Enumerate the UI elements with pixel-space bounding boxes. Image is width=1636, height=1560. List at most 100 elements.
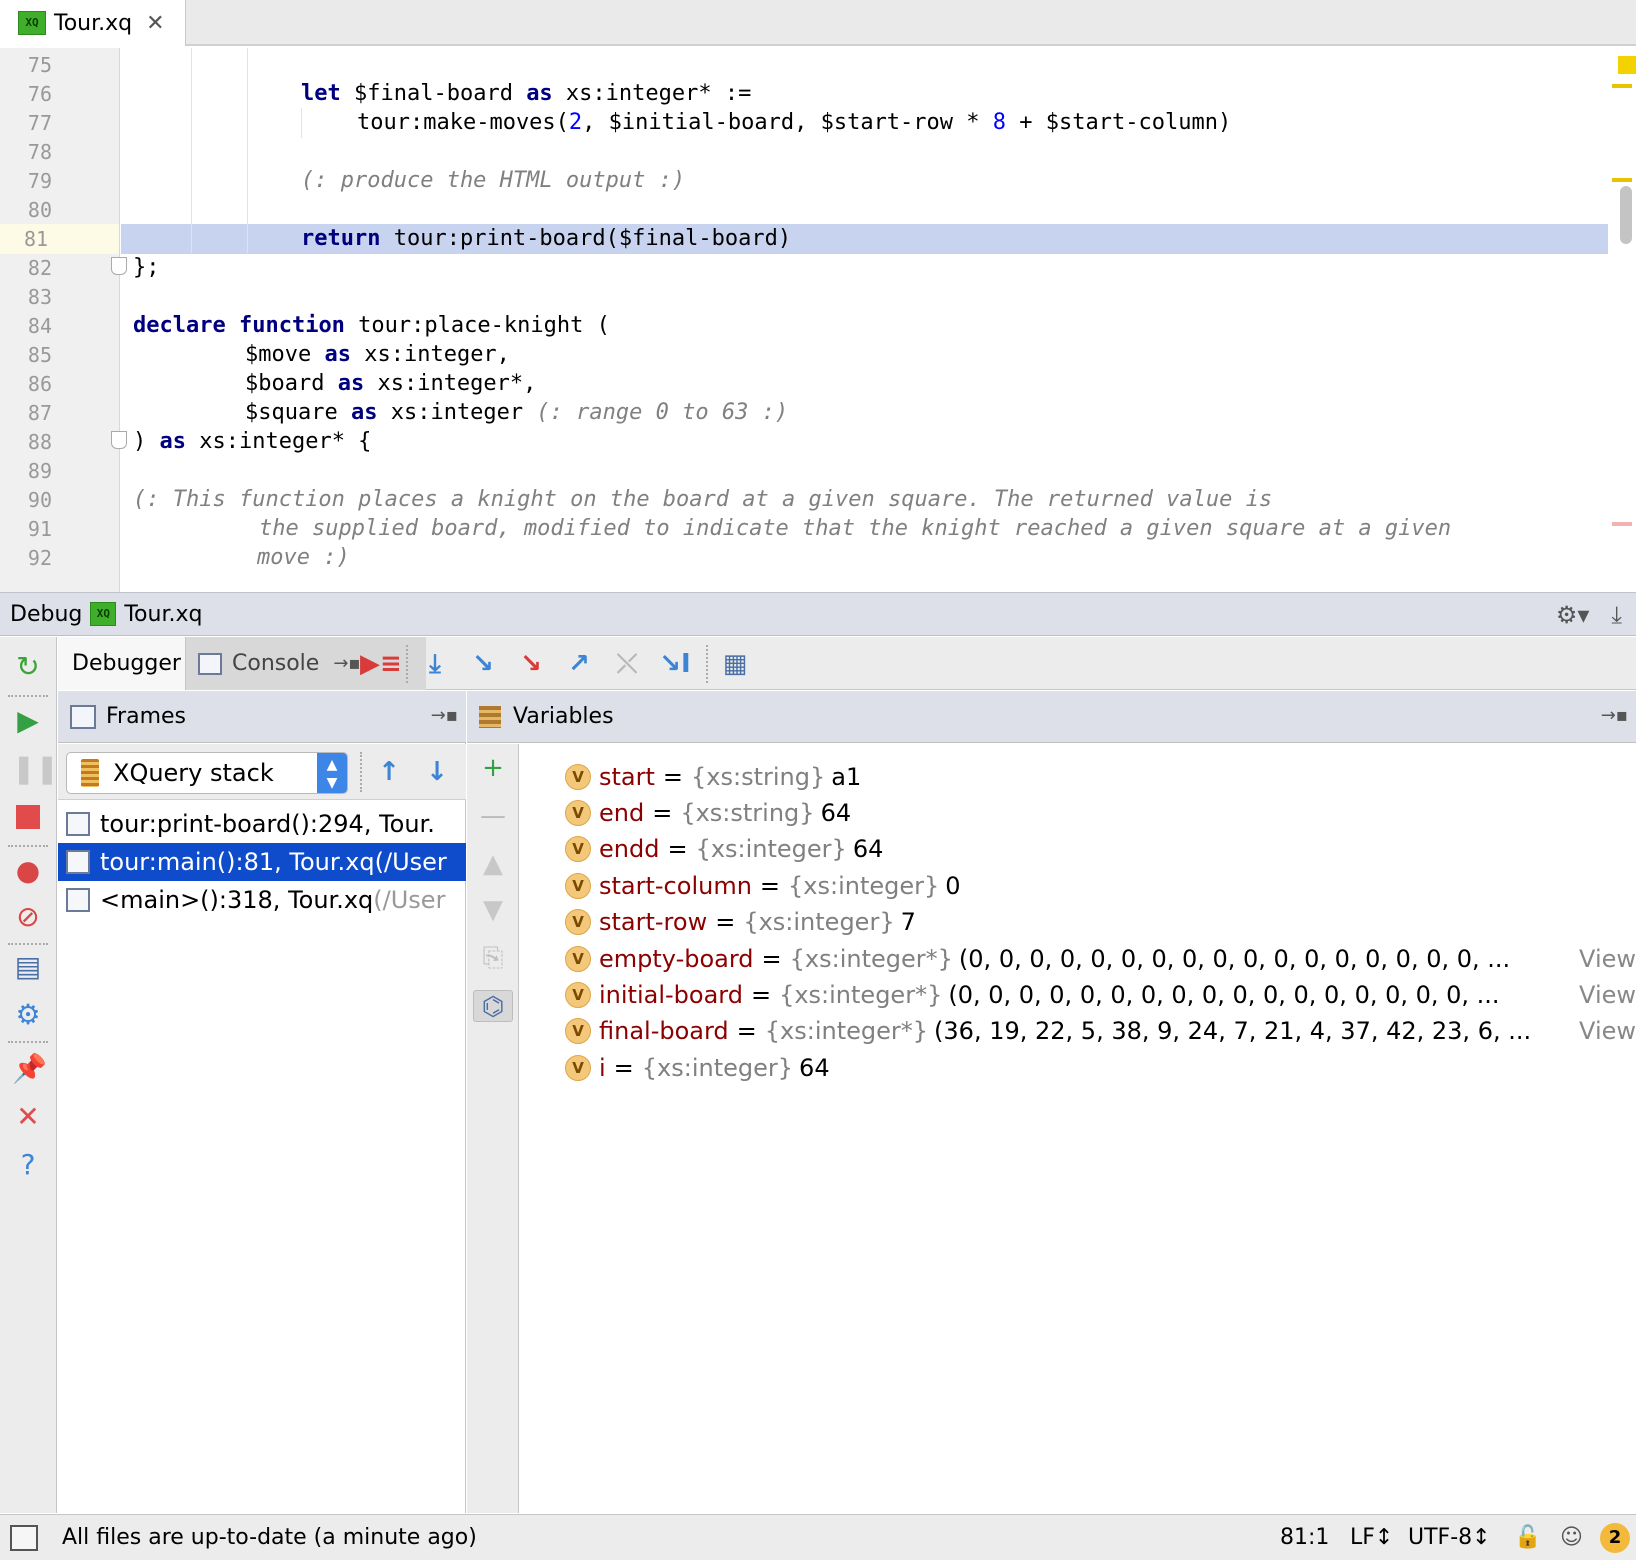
tool-windows-toggle-icon[interactable] xyxy=(10,1525,38,1551)
error-marker[interactable] xyxy=(1612,522,1632,526)
help-icon[interactable]: ? xyxy=(12,1149,44,1181)
variable-name: start-column xyxy=(599,872,752,900)
next-frame-arrow-icon[interactable]: ↓ xyxy=(422,756,452,788)
step-into-icon[interactable]: ↘ xyxy=(466,647,500,681)
debug-config-name[interactable]: Tour.xq xyxy=(124,602,202,627)
toolbar-separator xyxy=(706,645,708,683)
evaluate-expression-icon[interactable]: ▦ xyxy=(718,647,752,681)
equals-sign: = xyxy=(652,799,673,827)
line-number: 77 xyxy=(27,111,52,135)
remove-watch-icon[interactable]: — xyxy=(477,800,509,832)
editor-marker-stripe[interactable] xyxy=(1608,48,1636,592)
drop-frame-icon[interactable]: ⤬ xyxy=(610,647,644,681)
editor-scrollbar-thumb[interactable] xyxy=(1620,186,1632,244)
tab-console-label: Console xyxy=(232,651,320,676)
variable-row[interactable]: V final-board = {xs:integer*} (36, 19, 22, … xyxy=(565,1013,1636,1049)
variable-row[interactable]: V i = {xs:integer} 64 xyxy=(565,1050,1636,1086)
run-to-cursor-icon[interactable]: ↘I xyxy=(658,647,692,681)
variable-value: 7 xyxy=(900,908,916,936)
frame-label: tour:main():81, Tour.xq(/User xyxy=(100,848,447,876)
pin-arrow-icon[interactable]: →▪ xyxy=(431,705,458,726)
settings-gear-icon[interactable]: ⚙ xyxy=(12,999,44,1031)
mute-breakpoints-icon[interactable]: ⊘ xyxy=(12,901,44,933)
code-line-86: $board as xs:integer*, xyxy=(245,371,537,396)
chevron-updown-icon[interactable]: ▲ ▼ xyxy=(317,753,347,793)
gear-icon[interactable]: ⚙▾ xyxy=(1556,601,1590,629)
hide-panel-icon[interactable]: ⤓ xyxy=(1611,601,1622,629)
stop-icon[interactable] xyxy=(12,801,44,833)
pin-arrow-icon[interactable]: →▪ xyxy=(333,653,360,674)
view-link[interactable]: View xyxy=(1569,1017,1636,1045)
debug-tool-window-header: Debug XQ Tour.xq ⚙▾ ⤓ xyxy=(0,592,1636,636)
move-down-icon[interactable]: ▼ xyxy=(477,894,509,926)
variable-row[interactable]: V endd = {xs:integer} 64 xyxy=(565,831,1636,867)
toolbar-separator xyxy=(8,1041,48,1043)
variable-type: {xs:string} xyxy=(680,799,815,827)
code-line-88: ) as xs:integer* { xyxy=(133,429,372,454)
variable-name: initial-board xyxy=(599,981,743,1009)
pin-tab-icon[interactable]: 📌 xyxy=(12,1053,47,1085)
frame-row[interactable]: <main>():318, Tour.xq (/User xyxy=(58,881,466,919)
status-message[interactable]: All files are up-to-date (a minute ago) xyxy=(62,1525,477,1550)
stack-selector-value: XQuery stack xyxy=(113,759,274,787)
close-tab-icon[interactable]: ✕ xyxy=(146,11,164,36)
variable-row[interactable]: V start-row = {xs:integer} 7 xyxy=(565,904,1636,940)
encoding-selector[interactable]: UTF-8↕ xyxy=(1408,1525,1491,1550)
close-icon[interactable]: ✕ xyxy=(12,1101,44,1133)
indent-guide xyxy=(191,48,192,253)
editor-tab-label: Tour.xq xyxy=(54,10,133,36)
stack-frame-icon xyxy=(66,888,90,912)
code-line-79: (: produce the HTML output :) xyxy=(301,168,686,193)
view-link[interactable]: View xyxy=(1569,981,1636,1009)
step-over-icon[interactable]: ⤓ xyxy=(418,647,452,681)
previous-frame-arrow-icon[interactable]: ↑ xyxy=(374,756,404,788)
notifications-badge[interactable]: 2 xyxy=(1600,1523,1630,1553)
frame-row[interactable]: tour:print-board():294, Tour. xyxy=(58,805,466,843)
copy-icon[interactable]: ⎘ xyxy=(477,942,509,974)
variable-row[interactable]: V empty-board = {xs:integer*} (0, 0, 0, 0, … xyxy=(565,941,1636,977)
variable-icon: V xyxy=(565,946,591,972)
line-number: 92 xyxy=(27,546,52,570)
line-number: 85 xyxy=(27,343,52,367)
restore-layout-icon[interactable]: ▤ xyxy=(12,951,44,983)
variable-icon: V xyxy=(565,909,591,935)
variables-side-toolbar: + — ▲ ▼ ⎘ ⌬ xyxy=(467,744,519,1513)
variable-row[interactable]: V end = {xs:string} 64 xyxy=(565,795,1636,831)
move-up-icon[interactable]: ▲ xyxy=(477,848,509,880)
view-link[interactable]: View xyxy=(1569,945,1636,973)
variable-value: 64 xyxy=(852,835,884,863)
variable-name: end xyxy=(599,799,645,827)
inspector-icon[interactable]: ☺ xyxy=(1560,1525,1583,1550)
indent-guide xyxy=(301,108,302,138)
caret-position[interactable]: 81:1 xyxy=(1280,1525,1329,1550)
view-breakpoints-icon[interactable]: ● xyxy=(12,855,44,887)
warning-status-icon[interactable] xyxy=(1618,56,1636,74)
code-line-77: tour:make-moves(2, $initial-board, $star… xyxy=(357,110,1232,135)
code-area[interactable]: let $final-board as xs:integer* := tour:… xyxy=(121,48,1608,592)
variable-row[interactable]: V start = {xs:string} a1 xyxy=(565,759,1636,795)
step-out-icon[interactable]: ↗ xyxy=(562,647,596,681)
warning-marker[interactable] xyxy=(1612,84,1632,88)
warning-marker[interactable] xyxy=(1612,178,1632,182)
code-line-87: $square as xs:integer (: range 0 to 63 :… xyxy=(245,400,789,425)
resume-icon[interactable]: ▶ xyxy=(12,705,44,737)
frame-row-selected[interactable]: tour:main():81, Tour.xq(/User xyxy=(58,843,466,881)
variable-row[interactable]: V initial-board = {xs:integer*} (0, 0, 0, 0… xyxy=(565,977,1636,1013)
line-number: 88 xyxy=(27,430,52,454)
code-editor[interactable]: 75 76 77 78 79 80 81 82 83 84 85 86 87 8… xyxy=(0,48,1636,592)
show-execution-point-icon[interactable]: ▶≡ xyxy=(360,647,402,681)
editor-tab-tour-xq[interactable]: XQ Tour.xq ✕ xyxy=(0,0,186,46)
stack-selector-dropdown[interactable]: XQuery stack ▲ ▼ xyxy=(66,752,348,794)
pin-arrow-icon[interactable]: →▪ xyxy=(1601,705,1628,726)
pause-icon[interactable]: ❚❚ xyxy=(12,753,59,785)
force-step-into-icon[interactable]: ↘ xyxy=(514,647,548,681)
variable-icon: V xyxy=(565,982,591,1008)
line-ending-selector[interactable]: LF↕ xyxy=(1350,1525,1393,1550)
lock-icon[interactable]: 🔓 xyxy=(1514,1525,1541,1550)
variable-row[interactable]: V start-column = {xs:integer} 0 xyxy=(565,868,1636,904)
tab-debugger[interactable]: Debugger xyxy=(58,637,186,690)
rerun-icon[interactable]: ↻ xyxy=(12,651,44,683)
add-watch-icon[interactable]: + xyxy=(477,752,509,784)
variables-title: Variables xyxy=(513,704,614,729)
show-watches-icon[interactable]: ⌬ xyxy=(473,990,513,1022)
